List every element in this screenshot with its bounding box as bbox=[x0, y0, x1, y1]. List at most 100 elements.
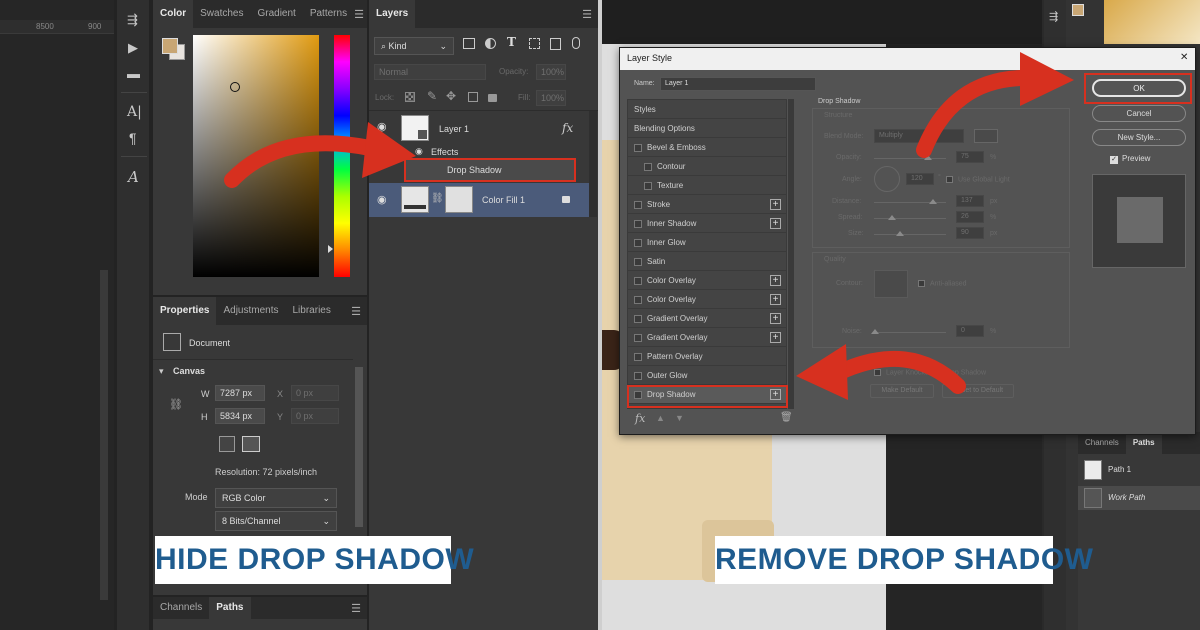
style-item[interactable]: Contour bbox=[628, 157, 786, 176]
checkbox[interactable] bbox=[634, 295, 642, 304]
add-icon[interactable]: + bbox=[770, 275, 781, 286]
fill-field[interactable]: 100% bbox=[536, 90, 566, 106]
angle-dial[interactable] bbox=[874, 166, 900, 192]
y-field[interactable]: 0 px bbox=[291, 408, 339, 424]
layers-scrollbar[interactable] bbox=[589, 111, 597, 217]
foreground-color-swatch[interactable] bbox=[162, 38, 178, 54]
style-item[interactable]: Color Overlay + bbox=[628, 271, 786, 290]
color-mode-dropdown[interactable]: RGB Color ⌄ bbox=[215, 488, 337, 508]
checkbox[interactable] bbox=[946, 176, 953, 183]
add-icon[interactable]: + bbox=[770, 218, 781, 229]
filter-image-icon[interactable] bbox=[463, 38, 475, 49]
contour-picker[interactable] bbox=[874, 270, 908, 298]
style-item[interactable]: Outer Glow bbox=[628, 366, 786, 385]
size-field[interactable]: 90 bbox=[956, 227, 984, 239]
chevron-down-icon[interactable]: ▾ bbox=[159, 366, 164, 377]
size-slider[interactable] bbox=[874, 231, 946, 236]
style-item[interactable]: Bevel & Emboss bbox=[628, 138, 786, 157]
panel-menu-icon[interactable]: ☰ bbox=[582, 8, 592, 21]
tab-adjustments[interactable]: Adjustments bbox=[216, 297, 285, 325]
style-item[interactable]: Stroke + bbox=[628, 195, 786, 214]
add-icon[interactable]: + bbox=[770, 294, 781, 305]
distance-field[interactable]: 137 bbox=[956, 195, 984, 207]
style-item[interactable]: Inner Glow bbox=[628, 233, 786, 252]
x-field[interactable]: 0 px bbox=[291, 385, 339, 401]
height-field[interactable]: 5834 px bbox=[215, 408, 265, 424]
checkbox[interactable] bbox=[634, 314, 642, 323]
tab-gradient[interactable]: Gradient bbox=[250, 0, 302, 28]
layer-name[interactable]: Color Fill 1 bbox=[482, 195, 525, 205]
width-field[interactable]: 7287 px bbox=[215, 385, 265, 401]
tab-paths[interactable]: Paths bbox=[1125, 432, 1162, 454]
style-item[interactable]: Texture bbox=[628, 176, 786, 195]
landscape-orientation-icon[interactable] bbox=[242, 436, 260, 452]
lock-all-icon[interactable] bbox=[488, 94, 497, 102]
opacity-field[interactable]: 100% bbox=[536, 64, 566, 80]
filter-type-icon[interactable]: T bbox=[507, 35, 516, 49]
tab-channels[interactable]: Channels bbox=[1078, 432, 1126, 454]
checkbox[interactable] bbox=[634, 371, 642, 380]
link-icon[interactable]: ⛓ bbox=[431, 193, 444, 204]
path-row-work-path[interactable]: Work Path bbox=[1078, 486, 1200, 510]
filter-adjustment-icon[interactable] bbox=[485, 38, 496, 49]
history-icon[interactable]: ⇶ bbox=[1049, 10, 1058, 23]
checkbox[interactable] bbox=[634, 257, 642, 266]
checkbox[interactable] bbox=[634, 219, 642, 228]
panel-menu-icon[interactable]: ☰ bbox=[354, 8, 364, 21]
checkbox[interactable] bbox=[634, 276, 642, 285]
style-item[interactable]: Pattern Overlay bbox=[628, 347, 786, 366]
slider-knob[interactable] bbox=[896, 231, 904, 236]
checkbox[interactable] bbox=[634, 200, 642, 209]
canvas-section-title[interactable]: Canvas bbox=[173, 366, 205, 376]
portrait-orientation-icon[interactable] bbox=[219, 436, 235, 452]
tab-patterns[interactable]: Patterns bbox=[303, 0, 354, 28]
character-icon[interactable]: A| bbox=[127, 104, 142, 120]
link-dimensions-icon[interactable]: ⛓ bbox=[169, 398, 183, 411]
checkbox[interactable] bbox=[634, 352, 642, 361]
filter-kind-dropdown[interactable]: ⌕ Kind ⌄ bbox=[374, 37, 454, 55]
checkbox[interactable] bbox=[644, 181, 652, 190]
checkbox[interactable] bbox=[644, 162, 652, 171]
tab-color[interactable]: Color bbox=[153, 0, 194, 28]
add-icon[interactable]: + bbox=[770, 199, 781, 210]
slider-knob[interactable] bbox=[929, 199, 937, 204]
move-up-icon[interactable]: ▲ bbox=[656, 413, 665, 423]
spread-field[interactable]: 26 bbox=[956, 211, 984, 223]
fx-icon[interactable]: fx bbox=[562, 121, 573, 135]
panel-menu-icon[interactable]: ☰ bbox=[351, 602, 361, 615]
tab-paths[interactable]: Paths bbox=[209, 597, 251, 619]
slider-knob[interactable] bbox=[888, 215, 896, 220]
preview-checkbox[interactable]: ✓ Preview bbox=[1110, 154, 1150, 164]
style-item[interactable]: Gradient Overlay + bbox=[628, 309, 786, 328]
antialiased-checkbox[interactable]: Anti-aliased bbox=[918, 280, 967, 287]
add-icon[interactable]: + bbox=[770, 332, 781, 343]
bit-depth-dropdown[interactable]: 8 Bits/Channel ⌄ bbox=[215, 511, 337, 531]
fg-swatch[interactable] bbox=[1072, 4, 1084, 16]
global-light-checkbox[interactable]: Use Global Light bbox=[946, 176, 1010, 183]
checkbox-checked-icon[interactable]: ✓ bbox=[1110, 156, 1118, 164]
spread-slider[interactable] bbox=[874, 215, 946, 220]
play-icon[interactable]: ▶ bbox=[128, 40, 138, 56]
tab-properties[interactable]: Properties bbox=[153, 297, 217, 325]
style-item[interactable]: Color Overlay + bbox=[628, 290, 786, 309]
tab-libraries[interactable]: Libraries bbox=[286, 297, 338, 325]
angle-field[interactable]: 120 bbox=[906, 173, 934, 185]
checkbox[interactable] bbox=[634, 238, 642, 247]
distance-slider[interactable] bbox=[874, 199, 946, 204]
style-item[interactable]: Gradient Overlay + bbox=[628, 328, 786, 347]
styles-header[interactable]: Styles bbox=[628, 100, 786, 119]
hue-slider-handle[interactable] bbox=[328, 245, 333, 253]
panel-menu-icon[interactable]: ☰ bbox=[351, 305, 361, 318]
tab-channels[interactable]: Channels bbox=[153, 597, 209, 619]
move-down-icon[interactable]: ▼ bbox=[675, 413, 684, 423]
color-picker-circle[interactable] bbox=[230, 82, 240, 92]
tab-layers[interactable]: Layers bbox=[369, 0, 416, 28]
properties-scrollbar[interactable] bbox=[355, 367, 363, 527]
name-field[interactable]: Layer 1 bbox=[660, 77, 816, 91]
add-icon[interactable]: + bbox=[770, 313, 781, 324]
lock-move-icon[interactable]: ✥ bbox=[446, 89, 456, 103]
checkbox[interactable] bbox=[634, 333, 642, 342]
new-style-button[interactable]: New Style... bbox=[1092, 129, 1186, 146]
path-row-path-1[interactable]: Path 1 bbox=[1078, 458, 1200, 482]
paragraph-icon[interactable]: ¶ bbox=[129, 130, 137, 146]
